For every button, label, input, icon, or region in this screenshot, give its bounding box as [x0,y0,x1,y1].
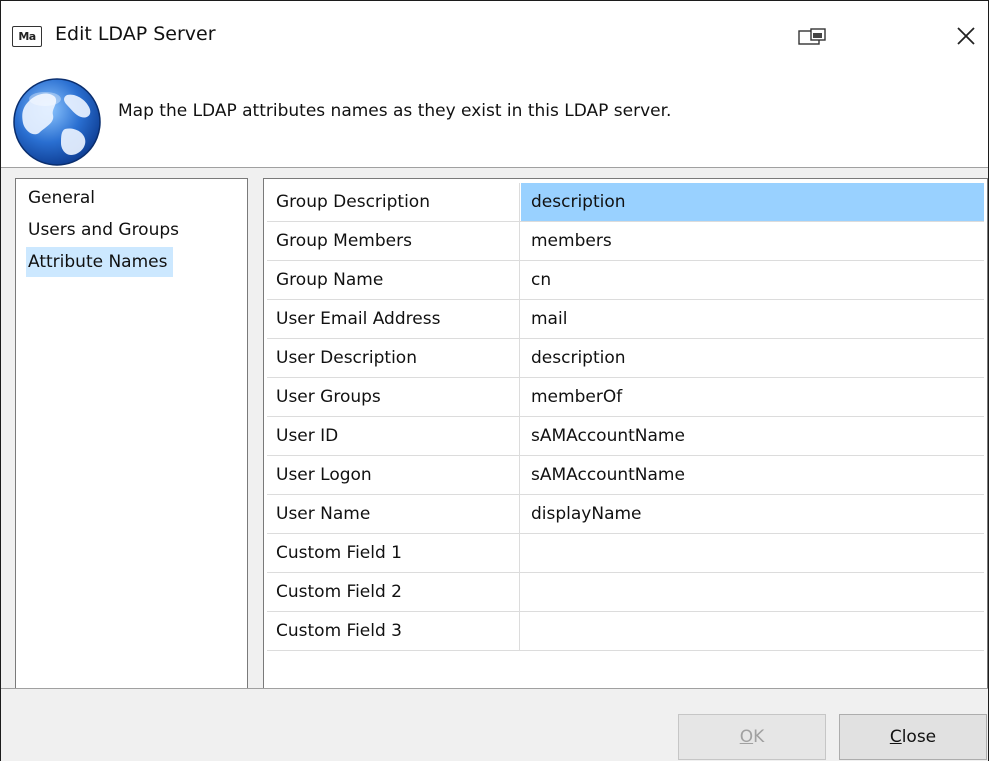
attribute-value-cell[interactable] [521,573,984,611]
table-row[interactable]: Custom Field 3 [267,612,984,651]
attribute-name-cell: Group Name [267,261,520,299]
window-title: Edit LDAP Server [55,23,216,45]
ok-button-label: OK [739,727,765,747]
attribute-name-cell: User Description [267,339,520,377]
attribute-name-cell: User Name [267,495,520,533]
nav-item-users-and-groups[interactable]: Users and Groups [26,215,185,245]
table-row[interactable]: User Name displayName [267,495,984,534]
attribute-value-cell[interactable]: sAMAccountName [521,417,984,455]
attribute-value-cell[interactable]: description [521,183,984,221]
attribute-value-cell[interactable]: description [521,339,984,377]
title-bar[interactable]: Ma Edit LDAP Server [1,1,988,69]
attribute-name-cell: Custom Field 1 [267,534,520,572]
attribute-name-cell: Group Members [267,222,520,260]
attribute-name-cell: Custom Field 2 [267,573,520,611]
table-row[interactable]: Custom Field 1 [267,534,984,573]
attribute-name-cell: User Groups [267,378,520,416]
table-row[interactable]: Group Description description [267,183,984,222]
table-row[interactable]: User Description description [267,339,984,378]
close-icon[interactable] [951,21,981,51]
attribute-value-cell[interactable]: members [521,222,984,260]
table-row[interactable]: Group Name cn [267,261,984,300]
attribute-name-cell: Group Description [267,183,520,221]
table-row[interactable]: User Logon sAMAccountName [267,456,984,495]
attribute-value-cell[interactable] [521,612,984,650]
close-button[interactable]: Close [839,714,987,760]
globe-icon [13,78,101,166]
table-row[interactable]: Custom Field 2 [267,573,984,612]
dialog-footer: OK Close [1,688,988,761]
attribute-grid[interactable]: Group Description description Group Memb… [263,178,988,690]
attribute-name-cell: User Logon [267,456,520,494]
close-button-label: Close [889,727,937,747]
table-row[interactable]: Group Members members [267,222,984,261]
table-row[interactable]: User Groups memberOf [267,378,984,417]
attribute-value-cell[interactable]: cn [521,261,984,299]
nav-item-general[interactable]: General [26,183,101,213]
attribute-name-cell: Custom Field 3 [267,612,520,650]
ok-button[interactable]: OK [678,714,826,760]
attribute-value-cell[interactable]: mail [521,300,984,338]
dialog-body: General Users and Groups Attribute Names… [1,168,988,690]
attribute-name-cell: User Email Address [267,300,520,338]
attribute-value-cell[interactable] [521,534,984,572]
attribute-value-cell[interactable]: memberOf [521,378,984,416]
attribute-value-cell[interactable]: sAMAccountName [521,456,984,494]
table-row[interactable]: User ID sAMAccountName [267,417,984,456]
table-row[interactable]: User Email Address mail [267,300,984,339]
attribute-name-cell: User ID [267,417,520,455]
attribute-value-cell[interactable]: displayName [521,495,984,533]
nav-item-attribute-names[interactable]: Attribute Names [26,247,174,277]
edit-ldap-server-dialog: Ma Edit LDAP Server Map the LDAP attribu… [0,0,989,761]
restore-window-icon[interactable] [798,28,826,46]
ma-app-icon: Ma [12,26,42,47]
dialog-header: Map the LDAP attributes names as they ex… [1,69,988,168]
section-list[interactable]: General Users and Groups Attribute Names [15,178,248,690]
header-message: Map the LDAP attributes names as they ex… [118,101,672,121]
